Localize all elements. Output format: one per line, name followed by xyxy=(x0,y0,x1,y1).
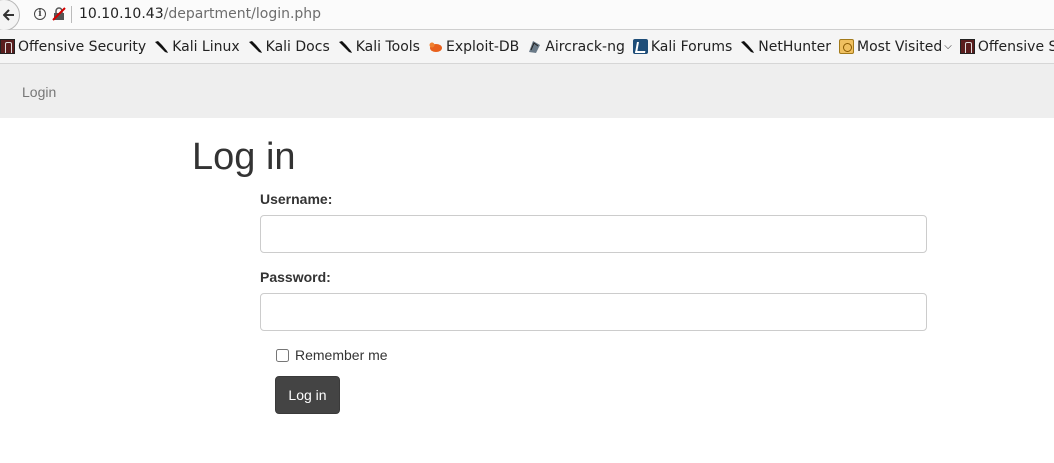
kali-dragon-icon xyxy=(740,39,755,54)
bookmarks-toolbar: Offensive Security Kali Linux Kali Docs … xyxy=(0,30,1054,64)
exploit-db-icon xyxy=(428,39,443,54)
address-field[interactable]: 10.10.10.43/department/login.php xyxy=(79,6,321,22)
bookmark-label: Kali Docs xyxy=(265,38,330,55)
password-input[interactable] xyxy=(260,293,927,331)
kali-dragon-icon xyxy=(248,39,263,54)
bookmark-label: Kali Tools xyxy=(355,38,420,55)
bookmark-offensive-security-2[interactable]: Offensive Security xyxy=(959,30,1054,63)
bookmark-kali-forums[interactable]: Kali Forums xyxy=(632,30,733,63)
offensive-security-icon xyxy=(0,39,15,54)
bookmark-nethunter[interactable]: NetHunter xyxy=(740,30,831,63)
bookmark-label: Kali Forums xyxy=(650,38,733,55)
url-host: 10.10.10.43 xyxy=(79,6,164,22)
bookmark-label: Kali Linux xyxy=(172,38,240,55)
url-separator xyxy=(71,6,72,23)
back-button[interactable] xyxy=(0,0,20,31)
bookmark-label: Most Visited xyxy=(857,38,943,55)
page-title: Log in xyxy=(192,136,296,178)
url-path: /department/login.php xyxy=(163,6,322,22)
bookmark-label: Offensive Security xyxy=(18,38,147,55)
username-input[interactable] xyxy=(260,215,927,253)
aircrack-icon xyxy=(527,39,542,54)
nav-login-link[interactable]: Login xyxy=(22,84,56,100)
bookmark-kali-tools[interactable]: Kali Tools xyxy=(338,30,420,63)
insecure-lock-icon[interactable] xyxy=(52,7,66,21)
site-info-icon[interactable]: i xyxy=(34,8,46,20)
kali-forums-icon xyxy=(632,39,648,54)
login-submit-button[interactable]: Log in xyxy=(275,376,340,414)
site-navbar: Login xyxy=(0,64,1054,118)
kali-dragon-icon xyxy=(154,39,169,54)
bookmark-label: NetHunter xyxy=(758,38,832,55)
bookmark-label: Aircrack-ng xyxy=(545,38,625,55)
remember-me-label: Remember me xyxy=(295,347,388,363)
kali-dragon-icon xyxy=(338,39,353,54)
bookmark-label: Offensive Security xyxy=(977,38,1054,55)
password-label: Password: xyxy=(260,269,331,285)
username-label: Username: xyxy=(260,191,333,207)
bookmark-exploit-db[interactable]: Exploit-DB xyxy=(428,30,519,63)
url-bar: i 10.10.10.43/department/login.php xyxy=(0,0,1054,31)
bookmark-most-visited[interactable]: Most Visited ⌵ xyxy=(839,30,952,63)
back-arrow-icon xyxy=(3,9,14,21)
bookmark-aircrack-ng[interactable]: Aircrack-ng xyxy=(527,30,625,63)
bookmark-offensive-security[interactable]: Offensive Security xyxy=(0,30,146,63)
remember-me: Remember me xyxy=(276,347,388,363)
chevron-down-icon: ⌵ xyxy=(944,41,952,52)
offensive-security-icon xyxy=(959,39,975,54)
bookmark-label: Exploit-DB xyxy=(445,38,520,55)
bookmark-kali-docs[interactable]: Kali Docs xyxy=(248,30,330,63)
bookmark-kali-linux[interactable]: Kali Linux xyxy=(154,30,240,63)
remember-me-checkbox[interactable] xyxy=(276,348,289,362)
folder-icon xyxy=(839,39,855,54)
